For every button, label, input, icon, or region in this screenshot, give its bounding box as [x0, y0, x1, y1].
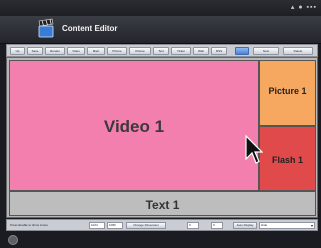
zone-picture-1[interactable]: Picture 1 [259, 60, 316, 126]
home-button-icon[interactable] [8, 235, 18, 245]
toolbar-button-save[interactable]: Save [27, 47, 43, 55]
toolbar-button-video[interactable]: Video [67, 47, 85, 55]
zone-picture-1-label: Picture 1 [268, 86, 307, 96]
toolbar-button-ticker[interactable]: Ticker [171, 47, 191, 55]
mouse-pointer-icon [245, 135, 263, 164]
toolbar-button-rss[interactable]: RSS [211, 47, 227, 55]
toolbar-button-web[interactable]: Web [193, 47, 209, 55]
toolbar-button-active[interactable] [235, 47, 249, 55]
offset-a-field[interactable]: 0 [187, 222, 199, 229]
auto-display-button[interactable]: Auto Display [233, 222, 257, 229]
clapperboard-icon [38, 18, 54, 38]
change-dimension-button[interactable]: Change Dimension [126, 222, 166, 229]
resolution-height-field[interactable]: 1080 [107, 222, 123, 229]
zone-flash-1-label: Flash 1 [271, 155, 303, 165]
resolution-width-field[interactable]: 1024 [89, 222, 105, 229]
offset-b-field[interactable]: 0 [211, 222, 223, 229]
app-title: Content Editor [62, 24, 118, 33]
bottom-control-bar: Press Enable to show zones 1024 1080 Cha… [6, 219, 318, 231]
toolbar-button-picture-2[interactable]: Picture [129, 47, 151, 55]
mode-select[interactable]: Hide [259, 222, 315, 229]
status-icons: ▴ ● ▪▪▪ [290, 4, 317, 11]
zone-video-1[interactable]: Video 1 [9, 60, 259, 191]
layout-canvas: Video 1 Picture 1 Flash 1 Text 1 [6, 57, 318, 218]
zone-flash-1[interactable]: Flash 1 [259, 126, 316, 191]
toolbar-button-render[interactable]: Render [45, 47, 65, 55]
zone-video-1-label: Video 1 [103, 117, 165, 136]
toolbar: Up Save Render Video Main Picture Pictur… [6, 44, 318, 57]
toolbar-button-next[interactable]: Next [253, 47, 279, 55]
zone-text-1[interactable]: Text 1 [9, 191, 316, 216]
title-bar: Content Editor [0, 16, 321, 44]
toolbar-button-up[interactable]: Up [10, 47, 25, 55]
toolbar-button-delete[interactable]: Delete [283, 47, 313, 55]
toolbar-button-text[interactable]: Text [153, 47, 169, 55]
device-status-bar: ▴ ● ▪▪▪ [0, 0, 321, 16]
zone-text-1-label: Text 1 [145, 198, 180, 212]
toolbar-button-picture[interactable]: Picture [107, 47, 127, 55]
toolbar-button-main[interactable]: Main [87, 47, 105, 55]
zone-hint-text: Press Enable to show zones [10, 223, 48, 227]
